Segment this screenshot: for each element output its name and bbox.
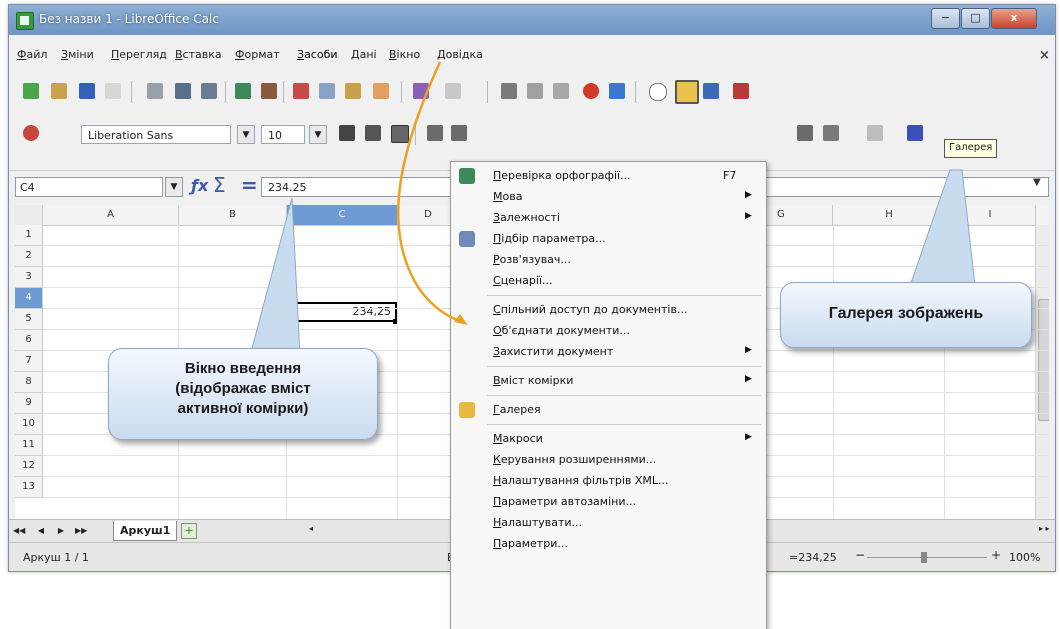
tools-arrow-line	[396, 61, 464, 324]
menu-arrow	[396, 61, 468, 325]
tools-arrow-head	[454, 314, 468, 325]
page: Без назви 1 - LibreOffice Calc − □ x Фай…	[0, 0, 1060, 629]
